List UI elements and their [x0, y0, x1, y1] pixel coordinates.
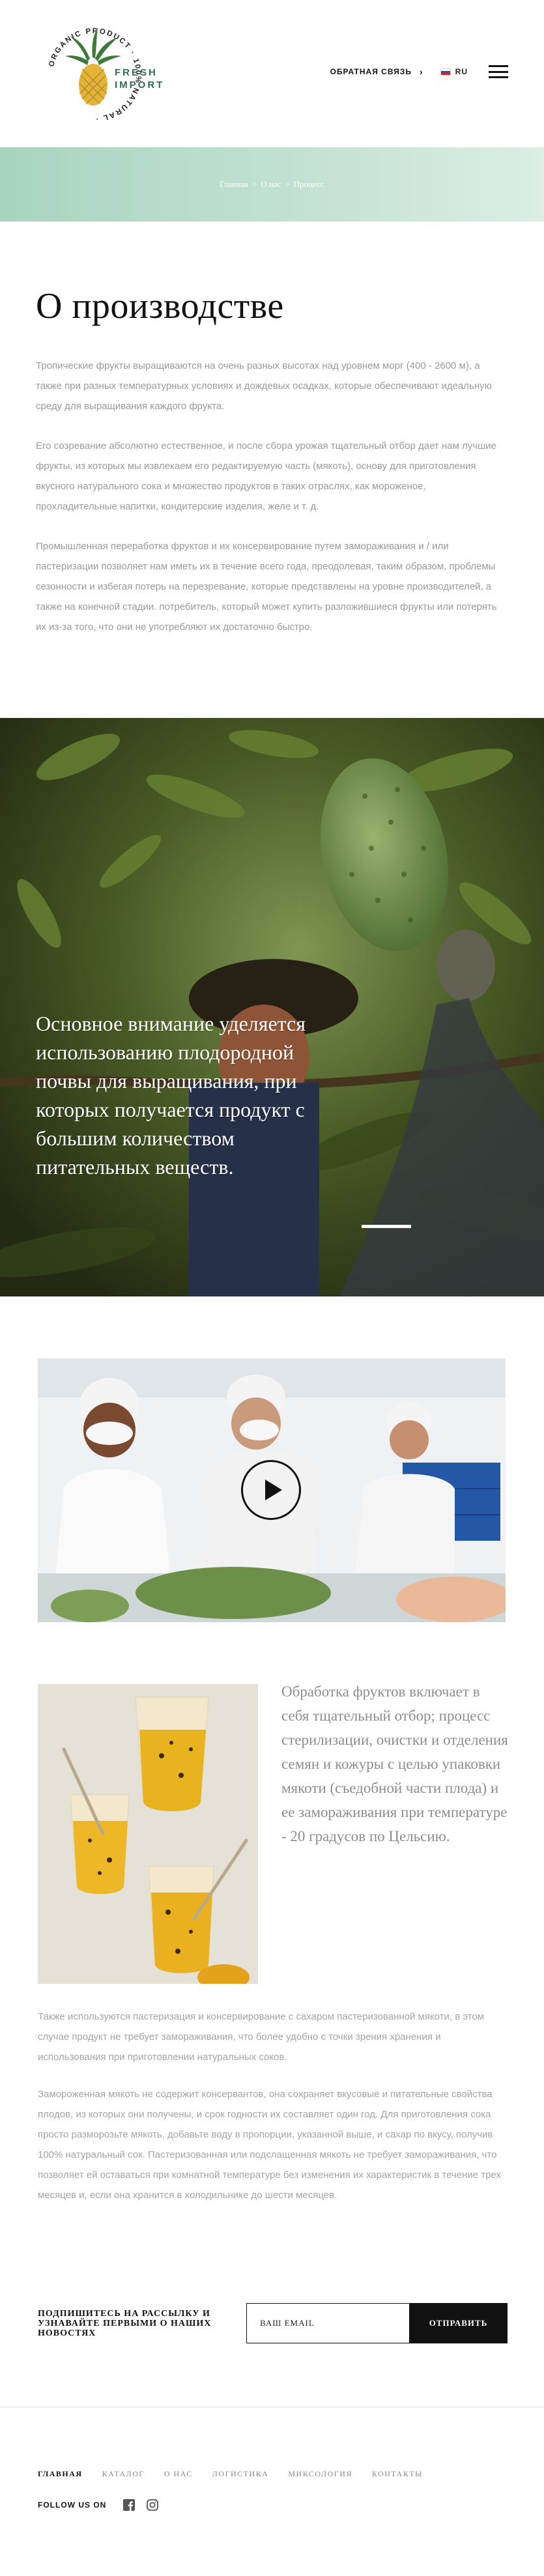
feedback-link[interactable]: ОБРАТНАЯ СВЯЗЬ › — [330, 66, 423, 77]
footer-link-home[interactable]: ГЛАВНАЯ — [38, 2469, 83, 2479]
about-section: О производстве Тропические фрукты выращи… — [0, 222, 544, 637]
subscribe-button[interactable]: ОТПРАВИТЬ — [409, 2303, 508, 2343]
newsletter: ПОДПИШИТЕСЬ НА РАССЫЛКУ И УЗНАВАЙТЕ ПЕРВ… — [38, 2303, 508, 2343]
breadcrumb-home[interactable]: Главная — [220, 179, 248, 190]
about-paragraph: Тропические фрукты выращиваются на очень… — [36, 360, 492, 412]
social-links — [123, 2499, 159, 2511]
footer-link-catalog[interactable]: КАТАЛОГ — [102, 2469, 145, 2479]
brand-name-line2: IMPORT — [115, 79, 165, 91]
process-details: Также используются пастеризация и консер… — [38, 2007, 508, 2222]
language-switcher[interactable]: RU — [440, 67, 468, 76]
footer-link-logistics[interactable]: ЛОГИСТИКА — [212, 2469, 269, 2479]
process-image-passion-fruit-dessert — [38, 1684, 258, 1984]
newsletter-label: ПОДПИШИТЕСЬ НА РАССЫЛКУ И УЗНАВАЙТЕ ПЕРВ… — [38, 2308, 212, 2338]
about-text: Тропические фрукты выращиваются на очень… — [36, 356, 508, 637]
footer-link-about[interactable]: О НАС — [164, 2469, 193, 2479]
email-field[interactable] — [246, 2303, 409, 2343]
brand-name-line1: FRESH — [115, 67, 158, 78]
about-paragraph: Его созревание абсолютно естественное, и… — [36, 440, 496, 512]
breadcrumb-current: Процесс — [293, 179, 324, 189]
process-paragraph: Замороженная мякоть не содержит консерва… — [38, 2089, 502, 2201]
feedback-label: ОБРАТНАЯ СВЯЗЬ — [330, 67, 412, 76]
process-lead-text: Обработка фруктов включает в себя тщател… — [281, 1683, 508, 1844]
footer-nav: ГЛАВНАЯ КАТАЛОГ О НАС ЛОГИСТИКА МИКСОЛОГ… — [38, 2469, 423, 2479]
video-player[interactable] — [38, 1358, 506, 1622]
slider-indicator[interactable] — [362, 1225, 411, 1228]
header-actions: ОБРАТНАЯ СВЯЗЬ › RU — [330, 65, 508, 78]
hero-caption: Основное внимание уделяется использовани… — [36, 1012, 306, 1179]
hero-photo-farmer-soursop — [0, 718, 544, 1296]
play-icon — [265, 1480, 282, 1500]
play-button[interactable] — [241, 1460, 301, 1520]
newsletter-form: ОТПРАВИТЬ — [246, 2303, 508, 2343]
about-paragraph: Промышленная переработка фруктов и их ко… — [36, 541, 497, 633]
facebook-icon[interactable] — [123, 2499, 136, 2511]
breadcrumb-about[interactable]: О нас — [261, 179, 281, 190]
page-title: О производстве — [36, 286, 284, 326]
brand-logo[interactable]: ORGANIC PRODUCT · 100% NATURAL · FRESH I… — [33, 13, 162, 137]
language-label: RU — [455, 67, 468, 76]
follow-us: FOLLOW US ON — [38, 2499, 159, 2511]
breadcrumb: Главная > О нас > Процесс — [220, 179, 324, 190]
instagram-icon[interactable] — [147, 2499, 159, 2511]
footer-link-contacts[interactable]: КОНТАКТЫ — [372, 2469, 423, 2479]
follow-label: FOLLOW US ON — [38, 2500, 107, 2510]
chevron-right-icon: › — [419, 66, 423, 77]
footer-link-mixology[interactable]: МИКСОЛОГИЯ — [288, 2469, 352, 2479]
russia-flag-icon — [440, 68, 451, 76]
breadcrumb-separator: > — [285, 179, 290, 189]
hero-banner: Основное внимание уделяется использовани… — [0, 718, 544, 1296]
process-paragraph: Также используются пастеризация и консер… — [38, 2011, 485, 2063]
breadcrumb-banner: Главная > О нас > Процесс — [0, 147, 544, 222]
site-header: ORGANIC PRODUCT · 100% NATURAL · FRESH I… — [0, 0, 544, 147]
breadcrumb-separator: > — [251, 179, 257, 189]
menu-icon[interactable] — [489, 65, 508, 78]
